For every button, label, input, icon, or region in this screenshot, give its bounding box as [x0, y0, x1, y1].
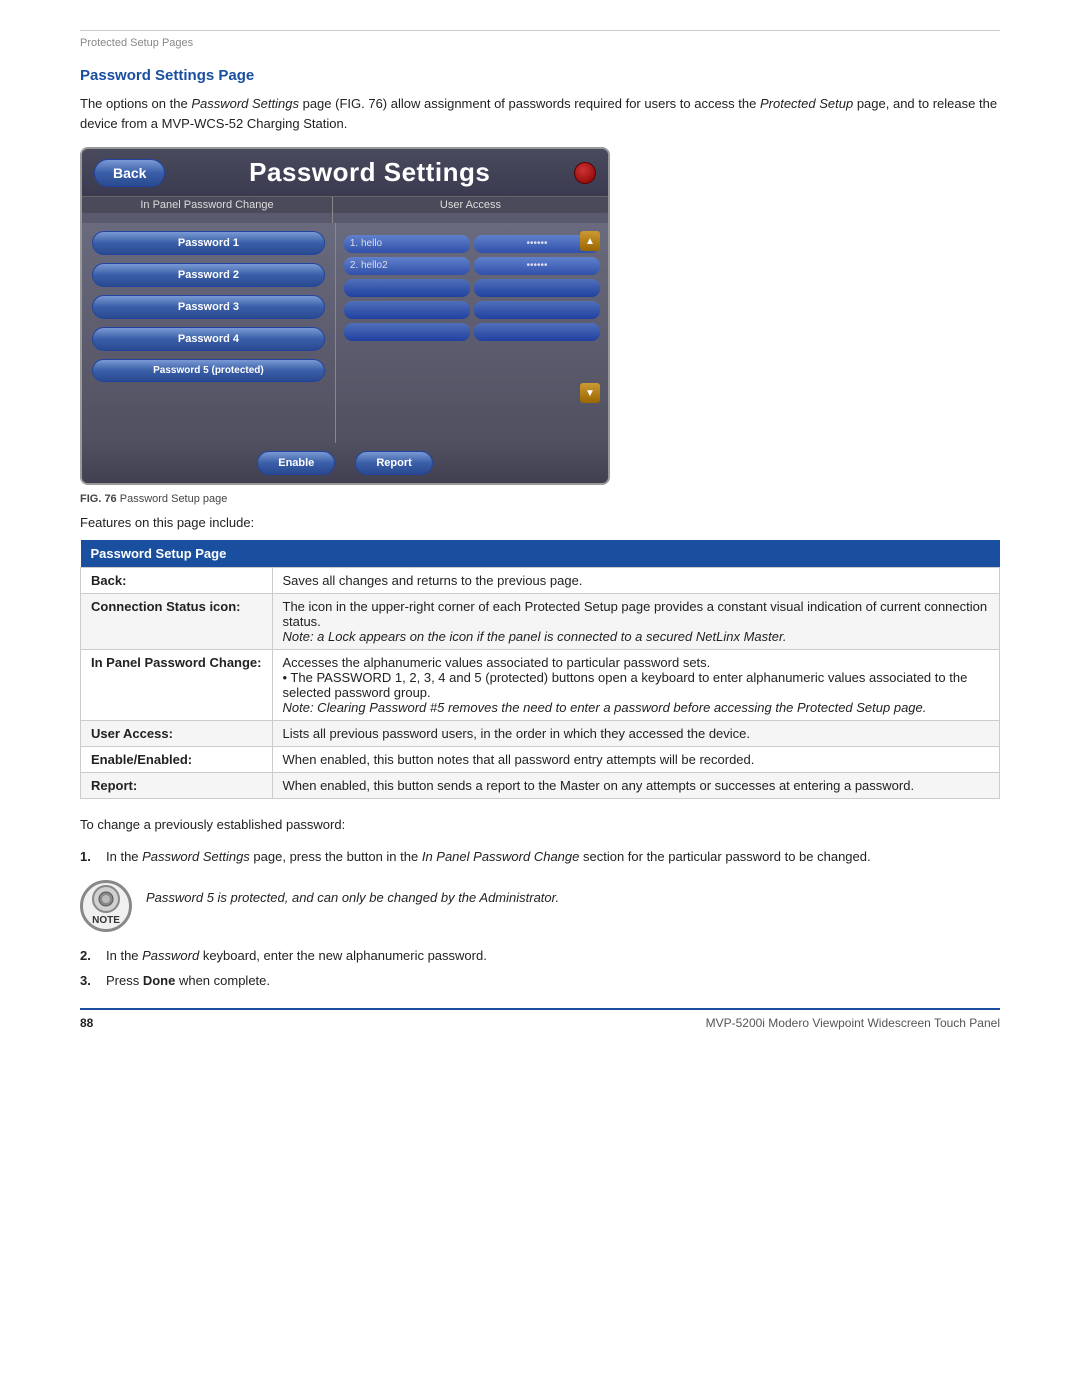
page-footer: 88 MVP-5200i Modero Viewpoint Widescreen…	[80, 1008, 1000, 1030]
left-pane: Password 1 Password 2 Password 3 Passwor…	[82, 223, 336, 443]
table-feature-cell: Report:	[81, 773, 273, 799]
password1-button[interactable]: Password 1	[92, 231, 325, 255]
panel-title: Password Settings	[175, 157, 564, 188]
intro-paragraph: The options on the Password Settings pag…	[80, 94, 1000, 133]
features-table: Password Setup Page Back:Saves all chang…	[80, 540, 1000, 799]
user-pw-2: ••••••	[474, 257, 600, 275]
features-intro: Features on this page include:	[80, 515, 1000, 530]
table-description-cell: When enabled, this button notes that all…	[272, 747, 1000, 773]
table-row: Back:Saves all changes and returns to th…	[81, 568, 1000, 594]
table-row: Report:When enabled, this button sends a…	[81, 773, 1000, 799]
product-name: MVP-5200i Modero Viewpoint Widescreen To…	[706, 1016, 1000, 1030]
password5-button[interactable]: Password 5 (protected)	[92, 359, 325, 382]
user-name-4	[344, 301, 470, 319]
panel-screenshot: Back Password Settings In Panel Password…	[80, 147, 610, 485]
steps-list: 1. In the Password Settings page, press …	[80, 849, 1000, 864]
section-heading: Password Settings Page	[80, 67, 1000, 84]
table-row: User Access:Lists all previous password …	[81, 721, 1000, 747]
step-1: 1. In the Password Settings page, press …	[80, 849, 1000, 864]
enable-button[interactable]: Enable	[257, 451, 335, 475]
scroll-down-button[interactable]: ▼	[580, 383, 600, 403]
table-row: In Panel Password Change:Accesses the al…	[81, 650, 1000, 721]
user-name-2: 2. hello2	[344, 257, 470, 275]
table-description-cell: Saves all changes and returns to the pre…	[272, 568, 1000, 594]
table-row: Connection Status icon:The icon in the u…	[81, 594, 1000, 650]
left-pane-title: In Panel Password Change	[82, 197, 332, 213]
back-button[interactable]: Back	[94, 159, 165, 187]
user-name-5	[344, 323, 470, 341]
table-feature-cell: User Access:	[81, 721, 273, 747]
panel-footer: Enable Report	[82, 443, 608, 483]
user-row-5	[344, 323, 600, 341]
change-password-intro: To change a previously established passw…	[80, 815, 1000, 835]
user-access-grid: 1. hello •••••• 2. hello2 ••••••	[344, 235, 600, 341]
password4-button[interactable]: Password 4	[92, 327, 325, 351]
user-pw-3	[474, 279, 600, 297]
table-description-cell: Accesses the alphanumeric values associa…	[272, 650, 1000, 721]
note-label: NOTE	[92, 915, 120, 926]
connection-status-icon	[574, 162, 596, 184]
table-description-cell: Lists all previous password users, in th…	[272, 721, 1000, 747]
table-feature-cell: Connection Status icon:	[81, 594, 273, 650]
user-pw-4	[474, 301, 600, 319]
step-3: 3. Press Done when complete.	[80, 973, 1000, 988]
table-feature-cell: Back:	[81, 568, 273, 594]
table-feature-cell: In Panel Password Change:	[81, 650, 273, 721]
report-button[interactable]: Report	[355, 451, 432, 475]
password2-button[interactable]: Password 2	[92, 263, 325, 287]
password3-button[interactable]: Password 3	[92, 295, 325, 319]
table-row: Enable/Enabled:When enabled, this button…	[81, 747, 1000, 773]
user-row-1: 1. hello ••••••	[344, 235, 600, 253]
breadcrumb: Protected Setup Pages	[80, 30, 1000, 49]
note-icon: NOTE	[80, 880, 132, 932]
table-description-cell: When enabled, this button sends a report…	[272, 773, 1000, 799]
table-description-cell: The icon in the upper-right corner of ea…	[272, 594, 1000, 650]
panel-header: Back Password Settings	[82, 149, 608, 197]
scroll-up-button[interactable]: ▲	[580, 231, 600, 251]
user-row-2: 2. hello2 ••••••	[344, 257, 600, 275]
note-text: Password 5 is protected, and can only be…	[146, 880, 559, 905]
panel-body: Password 1 Password 2 Password 3 Passwor…	[82, 223, 608, 443]
user-pw-5	[474, 323, 600, 341]
page-number: 88	[80, 1016, 93, 1030]
right-pane: ▲ 1. hello •••••• 2. hello2 ••••••	[336, 223, 608, 443]
note-box: NOTE Password 5 is protected, and can on…	[80, 880, 1000, 932]
fig-caption: FIG. 76 Password Setup page	[80, 493, 1000, 505]
table-feature-cell: Enable/Enabled:	[81, 747, 273, 773]
steps-list-2: 2. In the Password keyboard, enter the n…	[80, 948, 1000, 988]
user-name-1: 1. hello	[344, 235, 470, 253]
step-2: 2. In the Password keyboard, enter the n…	[80, 948, 1000, 963]
right-pane-title: User Access	[333, 197, 608, 213]
user-name-3	[344, 279, 470, 297]
table-header: Password Setup Page	[81, 540, 1000, 568]
user-row-4	[344, 301, 600, 319]
note-icon-inner	[92, 885, 120, 913]
user-row-3	[344, 279, 600, 297]
